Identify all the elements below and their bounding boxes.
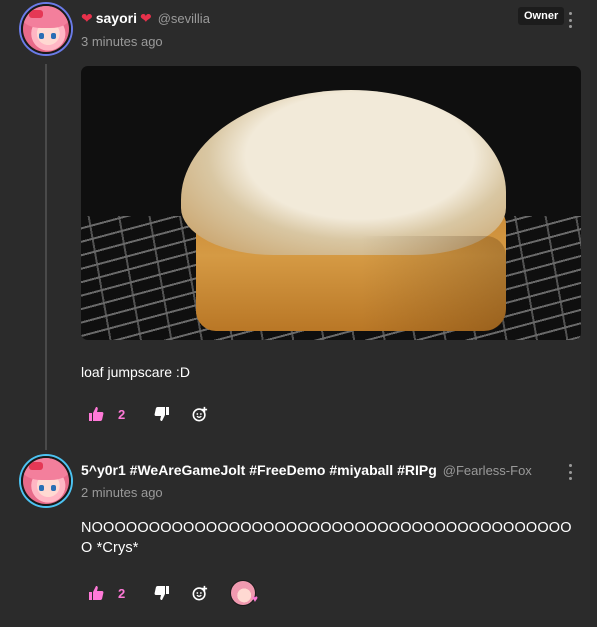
owner-badge: Owner [518, 7, 565, 25]
timestamp: 2 minutes ago [81, 485, 163, 500]
like-button[interactable] [88, 583, 104, 603]
user-handle[interactable]: @Fearless-Fox [443, 463, 532, 478]
avatar-sayori[interactable] [21, 4, 71, 54]
thumbs-down-icon [154, 407, 169, 421]
username[interactable]: 5^y0r1 #WeAreGameJolt #FreeDemo #miyabal… [81, 462, 437, 478]
thread-line [45, 64, 47, 450]
add-reaction-button[interactable] [192, 583, 208, 603]
add-reaction-icon [192, 585, 208, 601]
comment-text-line: NOOOOOOOOOOOOOOOOOOOOOOOOOOOOOOOOOOOOOOO… [81, 520, 572, 536]
add-reaction-button[interactable] [192, 404, 208, 424]
heart-reaction-icon: ♥ [252, 593, 258, 605]
comment-1-header: ❤ sayori ❤ @sevillia [81, 7, 210, 29]
comment-2-actions: 2 ♥ [88, 580, 258, 606]
like-count: 2 [118, 585, 126, 601]
user-handle[interactable]: @sevillia [158, 11, 210, 26]
avatar-5y0r1[interactable] [21, 456, 71, 506]
comment-text: NOOOOOOOOOOOOOOOOOOOOOOOOOOOOOOOOOOOOOOO… [81, 518, 572, 558]
like-button[interactable] [88, 404, 104, 424]
more-options-icon[interactable] [567, 464, 573, 480]
dislike-button[interactable] [154, 404, 170, 424]
thumbs-up-icon [89, 407, 104, 421]
timestamp: 3 minutes ago [81, 34, 163, 49]
thumbs-up-icon [89, 586, 104, 600]
heart-icon: ❤ [139, 9, 152, 26]
username[interactable]: ❤ sayori ❤ [81, 10, 152, 27]
dislike-button[interactable] [154, 583, 170, 603]
comment-2-header: 5^y0r1 #WeAreGameJolt #FreeDemo #miyabal… [81, 459, 532, 481]
comment-text: loaf jumpscare :D [81, 364, 190, 380]
heart-icon: ❤ [81, 9, 93, 26]
comment-text-line: O *Crys* [81, 540, 139, 556]
comment-1-actions: 2 [88, 404, 208, 424]
add-reaction-icon [192, 406, 208, 422]
bread-loaf-photo[interactable] [81, 66, 581, 340]
like-count: 2 [118, 406, 126, 422]
thumbs-down-icon [154, 586, 169, 600]
username-text[interactable]: sayori [96, 10, 137, 26]
more-options-icon[interactable] [567, 12, 573, 28]
